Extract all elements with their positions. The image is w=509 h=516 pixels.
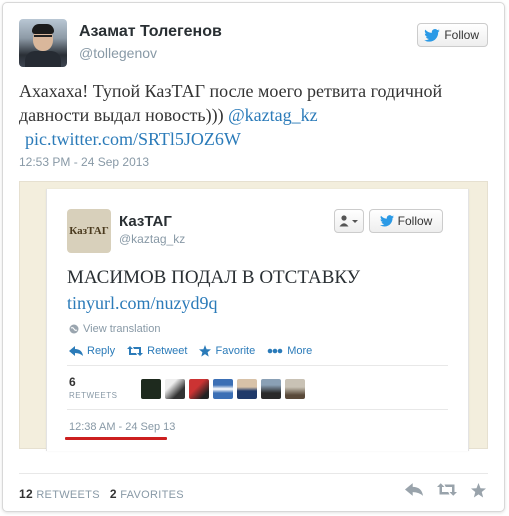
embedded-follow-button: Follow <box>369 209 443 233</box>
embedded-retweet-count: 6 RETWEETS <box>69 375 117 400</box>
embedded-tweet: КазТАГ КазТАГ @kaztag_kz Follow МАСИМОВ … <box>46 189 469 451</box>
retweets-label[interactable]: RETWEETS <box>36 489 100 501</box>
embedded-actions: Reply Retweet Favorite More <box>69 345 312 357</box>
view-translation-label: View translation <box>83 323 161 335</box>
view-translation: View translation <box>69 323 160 335</box>
tweet-stats: 12 RETWEETS 2 FAVORITES <box>19 487 184 501</box>
star-icon <box>199 345 212 357</box>
divider <box>67 365 448 366</box>
kaztag-logo-text: КазТАГ <box>69 225 109 237</box>
pic-link[interactable]: pic.twitter.com/SRTl5JOZ6W <box>25 129 241 149</box>
tweet-text: Ахахаха! Тупой КазТАГ после моего ретвит… <box>19 79 489 151</box>
mention-link[interactable]: @kaztag_kz <box>228 105 318 125</box>
more-dots-icon <box>267 348 283 354</box>
favorite-star-icon[interactable] <box>471 483 486 498</box>
more-label: More <box>287 345 313 357</box>
globe-icon <box>69 324 79 334</box>
tweet-actions <box>405 483 486 498</box>
reply-icon <box>69 346 83 356</box>
retweets-count[interactable]: 12 <box>19 487 33 501</box>
retweet-icon <box>127 346 144 356</box>
retweet-icon[interactable] <box>437 483 457 496</box>
red-underline-annotation <box>65 437 167 440</box>
retweeter-avatar <box>165 379 185 399</box>
divider <box>19 473 488 474</box>
retweeter-avatar <box>285 379 305 399</box>
embedded-retweet: Retweet <box>127 345 187 357</box>
embedded-screenshot[interactable]: КазТАГ КазТАГ @kaztag_kz Follow МАСИМОВ … <box>19 181 488 451</box>
embedded-link: tinyurl.com/nuzyd9q <box>67 293 218 313</box>
reply-icon[interactable] <box>405 483 423 496</box>
twitter-bird-icon <box>424 28 441 42</box>
reply-label: Reply <box>87 345 116 357</box>
embedded-headline: МАСИМОВ ПОДАЛ В ОТСТАВКУ <box>67 267 361 288</box>
retweeter-avatar <box>213 379 233 399</box>
embedded-follow-label: Follow <box>397 214 433 228</box>
follow-button[interactable]: Follow <box>417 23 488 47</box>
divider <box>67 409 448 410</box>
tweet-header: Азамат Толегенов @tollegenov Follow <box>19 19 488 71</box>
retweeter-avatars <box>141 379 305 399</box>
tweet-card: Азамат Толегенов @tollegenov Follow Ахах… <box>2 2 505 512</box>
retweet-count-number: 6 <box>69 375 76 389</box>
user-actions-button <box>334 209 364 233</box>
embedded-handle: @kaztag_kz <box>119 232 186 246</box>
embedded-name: КазТАГ <box>119 213 172 230</box>
author-screenname[interactable]: @tollegenov <box>79 45 157 61</box>
person-dropdown-icon <box>339 215 358 227</box>
tweet-timestamp[interactable]: 12:53 PM - 24 Sep 2013 <box>19 155 149 169</box>
retweet-label: Retweet <box>147 345 188 357</box>
favorites-count[interactable]: 2 <box>110 487 117 501</box>
retweeter-avatar <box>141 379 161 399</box>
kaztag-avatar: КазТАГ <box>67 209 111 253</box>
favorite-label: Favorite <box>215 345 256 357</box>
embedded-timestamp: 12:38 AM - 24 Sep 13 <box>69 421 176 433</box>
embedded-favorite: Favorite <box>199 345 255 357</box>
twitter-bird-icon <box>379 215 394 227</box>
retweeter-avatar <box>237 379 257 399</box>
embedded-reply: Reply <box>69 345 115 357</box>
author-fullname[interactable]: Азамат Толегенов <box>79 23 222 41</box>
retweeter-avatar <box>261 379 281 399</box>
follow-label: Follow <box>444 28 479 42</box>
favorites-label[interactable]: FAVORITES <box>120 489 184 501</box>
author-avatar[interactable] <box>19 19 67 67</box>
retweet-count-label: RETWEETS <box>69 391 118 400</box>
retweeter-avatar <box>189 379 209 399</box>
embedded-more: More <box>267 345 312 357</box>
